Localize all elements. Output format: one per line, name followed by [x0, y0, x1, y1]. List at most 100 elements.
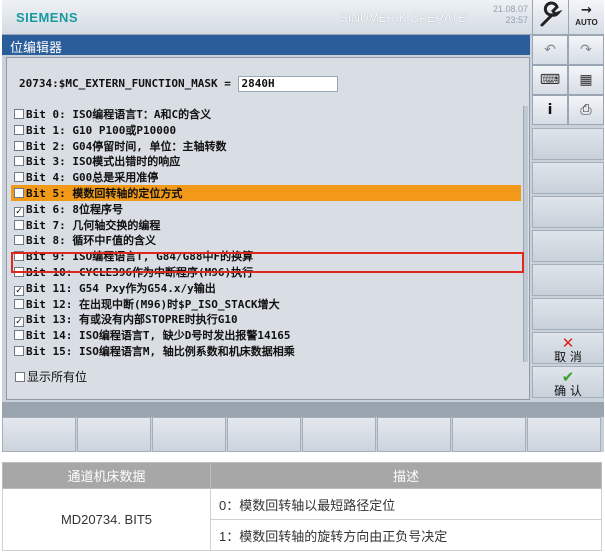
vertical-softkey-1[interactable]: [532, 128, 604, 160]
bit-checkbox[interactable]: [14, 172, 24, 183]
horizontal-softkey-6[interactable]: [377, 417, 451, 452]
bit-checkbox[interactable]: ✓: [14, 317, 24, 328]
bit-label: Bit 1: G10 P100或P10000: [26, 123, 177, 137]
bit-row[interactable]: Bit 15: ISO编程语言M, 轴比例系数和机床数据相乘: [11, 343, 521, 359]
bit-row[interactable]: Bit 12: 在出现中断(M96)时$P_ISO_STACK增大: [11, 296, 521, 312]
undo-button[interactable]: ↶: [532, 35, 568, 65]
bit-row[interactable]: ✓ Bit 11: G54 Pxy作为G54.x/y输出: [11, 280, 521, 296]
camera-icon: ⎙: [580, 102, 592, 118]
bit-checkbox[interactable]: ✓: [14, 206, 24, 217]
info-icon: i: [547, 102, 553, 118]
arrow-right-icon: →: [581, 3, 592, 18]
bit-label: Bit 0: ISO编程语言T：A和C的含义: [26, 108, 212, 121]
table-header-param: 通道机床数据: [2, 462, 211, 489]
bit-checkbox[interactable]: [14, 156, 24, 167]
window-title: 位编辑器: [10, 41, 63, 56]
table-header-row: 通道机床数据 描述: [2, 462, 602, 489]
horizontal-softkey-2[interactable]: [77, 417, 151, 452]
vertical-softkey-6[interactable]: [532, 298, 604, 330]
status-bar: [2, 402, 604, 417]
bit-checkbox[interactable]: [14, 298, 24, 309]
keyboard-button[interactable]: ⌨: [532, 65, 568, 95]
bit-label: Bit 3: ISO模式出错时的响应: [26, 155, 181, 169]
horizontal-softkey-1[interactable]: [2, 417, 76, 452]
vertical-softkey-3[interactable]: [532, 196, 604, 228]
bit-label: Bit 6: 8位程序号: [26, 202, 123, 216]
bit-label: Bit 15: ISO编程语言M, 轴比例系数和机床数据相乘: [26, 344, 295, 358]
bit-row[interactable]: Bit 5: 模数回转轴的定位方式: [11, 184, 521, 201]
ok-label: 确 认: [554, 384, 582, 398]
info-button[interactable]: i: [532, 95, 568, 125]
header-bar: SIEMENS SINUMERIK OPERATE 21.08.07 23:57: [2, 0, 532, 35]
machine-data-line: 20734:$MC_EXTERN_FUNCTION_MASK = 2840H: [19, 76, 338, 92]
keyboard-icon: ⌨: [539, 72, 561, 88]
cancel-button[interactable]: ✕ 取 消: [532, 332, 604, 364]
bit-row[interactable]: ✓ Bit 6: 8位程序号: [11, 201, 521, 217]
ok-button[interactable]: ✔ 确 认: [532, 366, 604, 398]
auto-mode-button[interactable]: → AUTO: [568, 0, 604, 35]
datetime: 21.08.07 23:57: [493, 4, 528, 26]
bit-label: Bit 11: G54 Pxy作为G54.x/y输出: [26, 281, 216, 295]
cancel-label: 取 消: [554, 350, 582, 364]
horizontal-softkey-8[interactable]: [527, 417, 601, 452]
bit-label: Bit 8: 循环中F值的含义: [26, 234, 156, 248]
bit-row[interactable]: Bit 2: G04停留时间, 单位：主轴转数: [11, 138, 521, 154]
bit-editor-panel: 20734:$MC_EXTERN_FUNCTION_MASK = 2840H B…: [6, 57, 530, 400]
horizontal-softkey-4[interactable]: [227, 417, 301, 452]
bit-row[interactable]: Bit 8: 循环中F值的含义: [11, 232, 521, 248]
table-desc-cell: 0：模数回转轴以最短路径定位: [210, 488, 602, 520]
horizontal-softkey-3[interactable]: [152, 417, 226, 452]
setup-button[interactable]: [532, 0, 568, 35]
vertical-softkey-4[interactable]: [532, 230, 604, 262]
show-all-bits-option[interactable]: 显示所有位: [15, 368, 87, 385]
show-all-label: 显示所有位: [27, 370, 88, 384]
bit-label: Bit 7: 几何轴交换的编程: [26, 218, 161, 232]
bit-label: Bit 14: ISO编程语言T, 缺少D号时发出报警14165: [26, 329, 291, 343]
bit-list: Bit 0: ISO编程语言T：A和C的含义 Bit 1: G10 P100或P1…: [11, 106, 521, 359]
bit-checkbox[interactable]: [14, 330, 24, 341]
bit-checkbox[interactable]: [14, 219, 24, 230]
bit-checkbox[interactable]: [14, 187, 24, 198]
checkmark-icon: ✔: [561, 368, 575, 386]
table-row: MD20734. BIT5 0：模数回转轴以最短路径定位: [2, 488, 602, 551]
machine-data-value-field[interactable]: 2840H: [237, 76, 338, 92]
product-name: SINUMERIK OPERATE: [340, 11, 467, 25]
screenshot-button[interactable]: ⎙: [568, 95, 604, 125]
redo-button[interactable]: ↷: [568, 35, 604, 65]
bit-row[interactable]: Bit 7: 几何轴交换的编程: [11, 217, 521, 233]
vertical-softkey-5[interactable]: [532, 264, 604, 296]
auto-label: AUTO: [575, 18, 598, 27]
horizontal-softkey-7[interactable]: [452, 417, 526, 452]
table-param-cell: MD20734. BIT5: [2, 488, 211, 551]
time-text: 23:57: [505, 15, 528, 25]
window-title-bar: 位编辑器: [2, 35, 530, 56]
hmi-screen: SIEMENS SINUMERIK OPERATE 21.08.07 23:57…: [2, 0, 604, 452]
calculator-button[interactable]: ▦: [568, 65, 604, 95]
bit-checkbox[interactable]: [14, 109, 24, 119]
date-text: 21.08.07: [492, 4, 528, 14]
bit-row[interactable]: Bit 0: ISO编程语言T：A和C的含义: [11, 106, 521, 122]
bit-checkbox[interactable]: [14, 140, 24, 151]
brand-logo: SIEMENS: [16, 10, 79, 25]
wrench-icon: [540, 1, 563, 27]
bit-row[interactable]: Bit 14: ISO编程语言T, 缺少D号时发出报警14165: [11, 327, 521, 343]
bit-label: Bit 4: G00总是采用准停: [26, 171, 159, 185]
list-scrollbar[interactable]: [523, 106, 528, 362]
bit-row[interactable]: ✓ Bit 13: 有或没有内部STOPRE时执行G10: [11, 311, 521, 328]
bit-row[interactable]: Bit 1: G10 P100或P10000: [11, 122, 521, 138]
bit-checkbox[interactable]: ✓: [14, 285, 24, 296]
bit-row[interactable]: Bit 4: G00总是采用准停: [11, 169, 521, 185]
bit-checkbox[interactable]: [14, 235, 24, 246]
table-desc-cell: 1：模数回转轴的旋转方向由正负号决定: [210, 519, 602, 551]
horizontal-softkey-5[interactable]: [302, 417, 376, 452]
bit-label: Bit 13: 有或没有内部STOPRE时执行G10: [26, 313, 238, 327]
undo-icon: ↶: [544, 42, 556, 58]
show-all-checkbox[interactable]: [15, 372, 25, 382]
bit-checkbox[interactable]: [14, 124, 24, 135]
close-icon: ✕: [561, 334, 575, 352]
bit-label: Bit 5: 模数回转轴的定位方式: [26, 186, 183, 200]
vertical-softkey-2[interactable]: [532, 162, 604, 194]
machine-data-name: 20734:$MC_EXTERN_FUNCTION_MASK =: [19, 77, 231, 90]
bit-row[interactable]: Bit 3: ISO模式出错时的响应: [11, 153, 521, 169]
bit-checkbox[interactable]: [14, 345, 24, 356]
